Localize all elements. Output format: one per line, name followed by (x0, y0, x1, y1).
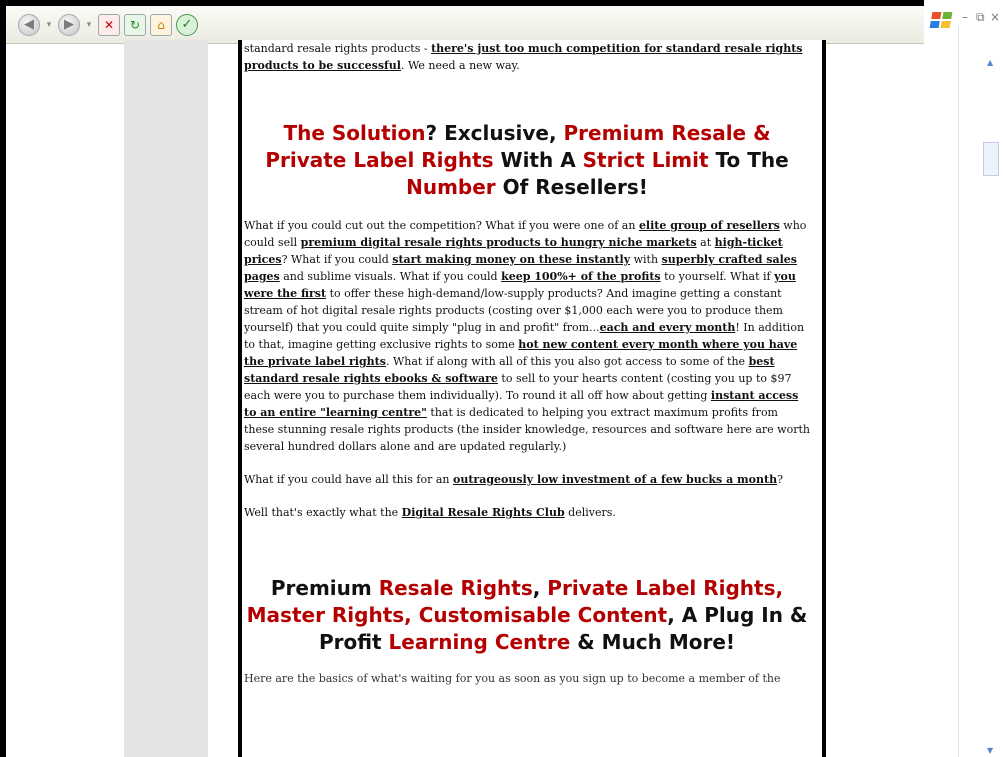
body-text: at (696, 236, 715, 249)
headline1-part: With A (493, 148, 583, 172)
left-page-gutter (124, 40, 208, 757)
club-text: Well that's exactly what the (244, 506, 402, 519)
headline1-part: Number (406, 175, 496, 199)
club-text: delivers. (564, 506, 616, 519)
club-link[interactable]: Digital Resale Rights Club (402, 506, 565, 519)
minimize-button[interactable]: – (962, 10, 968, 24)
body-link[interactable]: elite group of resellers (639, 219, 780, 232)
stop-icon[interactable]: ✕ (98, 13, 120, 36)
headline1-part: To The (708, 148, 789, 172)
scroll-up-icon[interactable]: ▲ (987, 58, 995, 67)
offer-text: ? (777, 473, 783, 486)
headline1-part: ? Exclusive, (425, 121, 564, 145)
body-link[interactable]: each and every month (600, 321, 736, 334)
headline2-part: & Much More! (570, 630, 736, 654)
body-link[interactable]: keep 100%+ of the profits (501, 270, 661, 283)
restore-button[interactable]: ⧉ (976, 10, 985, 25)
browser-toolbar: ◀ ▾ ▶ ▾ ✕ ↻ ⌂ ✓ (6, 6, 924, 44)
club-paragraph: Well that's exactly what the Digital Res… (244, 504, 810, 521)
page-content: standard resale rights products - there'… (238, 40, 826, 757)
scroll-down-icon[interactable]: ▼ (987, 746, 995, 755)
offer-paragraph: What if you could have all this for an o… (244, 471, 810, 488)
headline-premium: Premium Resale Rights, Private Label Rig… (244, 575, 810, 656)
refresh-icon[interactable]: ↻ (124, 13, 146, 36)
body-text: ? What if you could (281, 253, 393, 266)
intro-line: standard resale rights products - there'… (244, 40, 810, 74)
headline2-part: , (532, 576, 548, 600)
body-text: to yourself. What if (660, 270, 775, 283)
body-text: . What if along with all of this you als… (385, 355, 749, 368)
intro-text: standard resale rights products - (244, 42, 432, 55)
headline1-part: Strict Limit (582, 148, 709, 172)
scrollbar-thumb[interactable] (983, 142, 999, 176)
body-link[interactable]: premium digital resale rights products t… (301, 236, 697, 249)
home-icon[interactable]: ⌂ (150, 13, 172, 36)
window-frame-left (0, 0, 6, 757)
headline1-part: Of Resellers! (495, 175, 648, 199)
intro-end-text: . We need a new way. (400, 59, 520, 72)
back-dropdown-icon[interactable]: ▾ (44, 14, 54, 36)
headline2-part: Premium (270, 576, 379, 600)
back-icon[interactable]: ◀ (18, 13, 40, 36)
close-button[interactable]: × (990, 10, 1000, 24)
headline1-part: The Solution (283, 121, 426, 145)
forward-dropdown-icon[interactable]: ▾ (84, 14, 94, 36)
body-text: What if you could cut out the competitio… (244, 219, 639, 232)
body-link[interactable]: start making money on these instantly (392, 253, 630, 266)
body-paragraph: What if you could cut out the competitio… (244, 217, 810, 455)
vertical-scrollbar[interactable]: ▲ ▼ (958, 26, 1003, 757)
headline2-part: Learning Centre (388, 630, 571, 654)
body-text: with (630, 253, 662, 266)
headline2-part: Resale Rights (378, 576, 533, 600)
headline-solution: The Solution? Exclusive, Premium Resale … (244, 120, 810, 201)
windows-logo-icon (929, 12, 953, 28)
media-icon[interactable]: ✓ (176, 13, 198, 36)
forward-icon[interactable]: ▶ (58, 13, 80, 36)
offer-link[interactable]: outrageously low investment of a few buc… (453, 473, 777, 486)
cutoff-paragraph: Here are the basics of what's waiting fo… (244, 672, 781, 685)
body-text: and sublime visuals. What if you could (279, 270, 502, 283)
offer-text: What if you could have all this for an (244, 473, 453, 486)
